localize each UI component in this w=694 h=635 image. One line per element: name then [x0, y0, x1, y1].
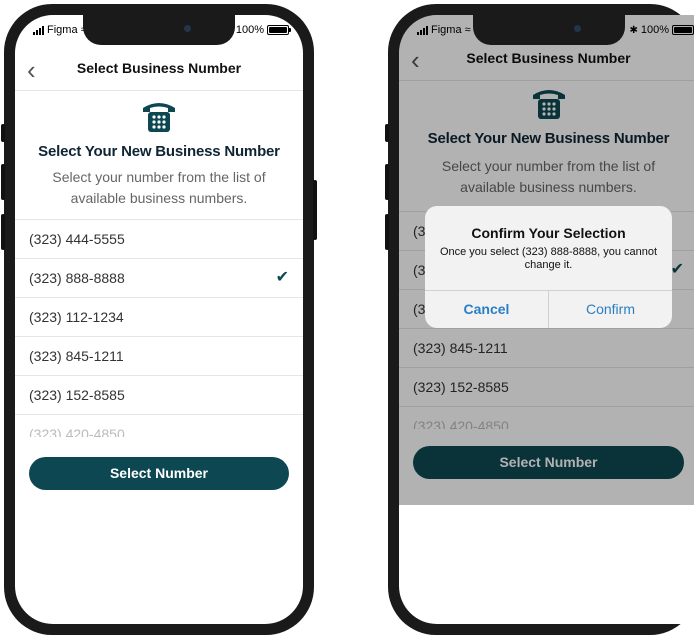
battery-percent: 100%	[235, 24, 264, 36]
dialog-title: Confirm Your Selection	[471, 225, 626, 241]
volume-up-button	[1, 164, 5, 200]
nav-title: Select Business Number	[76, 60, 242, 76]
dialog-actions: Cancel Confirm	[425, 290, 672, 328]
phone-frame-right: Figma ≈ ✱ 100% ‹ Select Business Number …	[385, 4, 694, 635]
signal-icon	[417, 25, 428, 35]
number-option[interactable]: (323) 444-5555	[15, 220, 303, 259]
number-option[interactable]: (323) 152-8585	[15, 376, 303, 415]
nav-bar: ‹ Select Business Number	[15, 51, 303, 91]
number-label: (323) 420-4850	[29, 426, 125, 437]
carrier-name: Figma	[431, 24, 462, 36]
carrier-name: Figma	[47, 24, 78, 36]
telephone-icon	[143, 103, 175, 132]
volume-down-button	[385, 214, 389, 250]
checkmark-icon: ✔	[275, 269, 289, 286]
notch	[83, 15, 235, 45]
page-heading: Select Your New Business Number	[38, 143, 280, 160]
screen-confirm-dialog: Figma ≈ ✱ 100% ‹ Select Business Number …	[399, 15, 694, 624]
number-option[interactable]: (323) 845-1211	[15, 337, 303, 376]
number-option[interactable]: (323) 112-1234	[15, 298, 303, 337]
power-button	[313, 180, 317, 240]
number-option[interactable]: (323) 888-8888 ✔	[15, 259, 303, 298]
notch	[472, 15, 625, 45]
signal-icon	[33, 25, 44, 35]
number-option[interactable]: (323) 420-4850	[15, 415, 303, 437]
volume-down-button	[1, 214, 5, 250]
battery-percent: 100%	[640, 24, 669, 36]
battery-icon	[267, 25, 291, 35]
cancel-button[interactable]: Cancel	[425, 291, 549, 328]
number-list: (323) 444-5555 (323) 888-8888 ✔ (323) 112…	[15, 219, 303, 437]
phone-frame-left: Figma ≈ ✱ 100% ‹ Select Business Number …	[1, 4, 317, 635]
mute-switch	[385, 124, 389, 142]
battery-icon	[672, 25, 694, 35]
number-label: (323) 845-1211	[29, 348, 124, 364]
confirm-button[interactable]: Confirm	[549, 291, 672, 328]
select-number-button[interactable]: Select Number	[29, 457, 289, 490]
number-label: (323) 152-8585	[29, 387, 125, 403]
number-label: (323) 444-5555	[29, 231, 125, 247]
number-label: (323) 112-1234	[29, 309, 124, 325]
confirm-dialog: Confirm Your Selection Once you select (…	[425, 206, 672, 328]
wifi-icon: ≈	[464, 23, 471, 36]
camera-icon	[184, 25, 191, 32]
screen-select-number: Figma ≈ ✱ 100% ‹ Select Business Number …	[15, 15, 303, 624]
dialog-message: Once you select (323) 888-8888, you cann…	[439, 246, 658, 271]
camera-icon	[573, 25, 581, 32]
page-subtext: Select your number from the list of avai…	[52, 169, 266, 206]
number-label: (323) 888-8888	[29, 270, 125, 286]
bluetooth-icon: ✱	[629, 24, 638, 36]
volume-up-button	[385, 164, 389, 200]
mute-switch	[1, 124, 5, 142]
